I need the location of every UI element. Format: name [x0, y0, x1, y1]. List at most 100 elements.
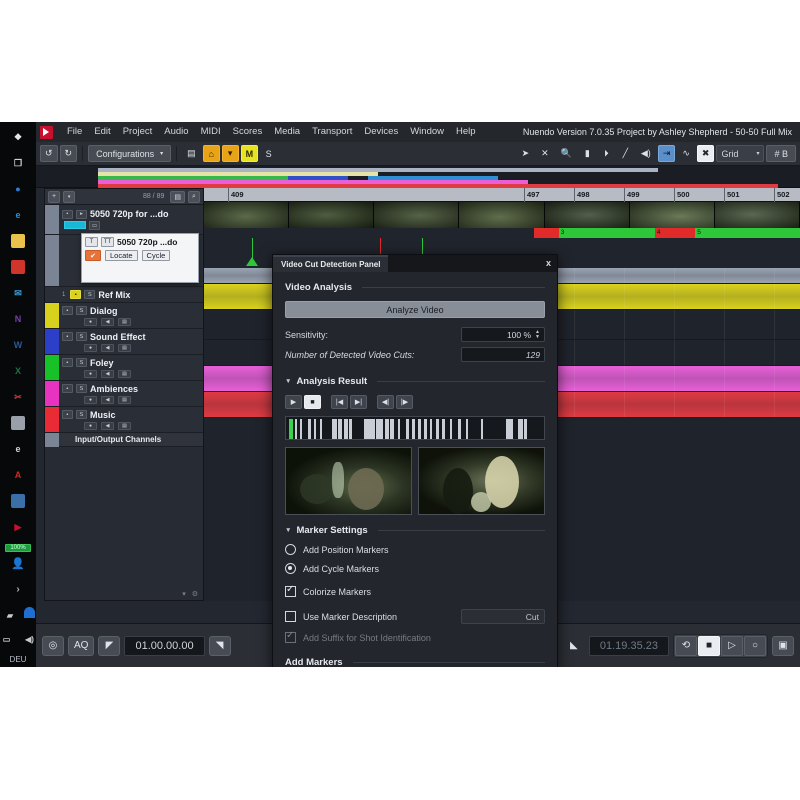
calculator-icon[interactable] [9, 492, 27, 510]
cut-marker-line[interactable] [372, 419, 375, 439]
glue-tool-icon[interactable]: ▮ [579, 145, 596, 162]
mute-tool-icon[interactable]: ◀) [636, 145, 656, 162]
acrobat-icon[interactable]: A [9, 466, 27, 484]
option-add-cycle-markers[interactable]: Add Cycle Markers [285, 563, 545, 574]
secondary-locator-icon[interactable]: ◣ [563, 636, 585, 656]
cycle-marker-flag[interactable] [246, 257, 258, 266]
record-icon[interactable]: ○ [744, 635, 766, 656]
record-enable-button[interactable]: ● [84, 421, 97, 430]
mute-mini-icon[interactable]: ▪ [62, 410, 73, 419]
configurations-button[interactable]: Configurations ▾ [88, 145, 172, 162]
close-icon[interactable]: x [546, 255, 551, 272]
solo-button[interactable]: S [260, 145, 277, 162]
cut-marker-line[interactable] [450, 419, 452, 439]
cut-marker-line[interactable] [524, 419, 527, 439]
record-enable-button[interactable]: ● [84, 395, 97, 404]
cut-marker-line[interactable] [320, 419, 322, 439]
solo-mini-icon[interactable]: S [76, 332, 87, 341]
cut-marker-line[interactable] [398, 419, 400, 439]
pdf-reader-icon[interactable] [9, 258, 27, 276]
cut-marker-line[interactable] [390, 419, 394, 439]
cut-marker-line[interactable] [308, 419, 311, 439]
menu-item-help[interactable]: Help [450, 122, 482, 142]
cut-marker-line[interactable] [289, 419, 293, 439]
chevron-down-icon[interactable]: ▾ [63, 190, 76, 203]
cut-marker-line[interactable] [424, 419, 427, 439]
play-preview-button[interactable]: ▶ [285, 395, 302, 409]
track-row[interactable]: ▪ S Music ● ◀ ▤ [45, 407, 203, 433]
edit-channel-button[interactable]: ▤ [118, 317, 131, 326]
section-analysis-result[interactable]: ▼ Analysis Result [285, 376, 545, 387]
mute-mini-icon[interactable]: ▪ [62, 384, 73, 393]
cut-marker-line[interactable] [349, 419, 352, 439]
monitor-button[interactable]: ◀ [101, 343, 114, 352]
mute-mini-icon[interactable]: ▪ [62, 209, 73, 219]
menu-item-midi[interactable]: MIDI [195, 122, 227, 142]
menu-item-project[interactable]: Project [117, 122, 159, 142]
undo-icon[interactable]: ↺ [40, 145, 58, 162]
cut-marker-line[interactable] [338, 419, 342, 439]
redo-icon[interactable]: ↻ [59, 145, 78, 162]
cut-marker-line[interactable] [521, 419, 523, 439]
cut-marker-line[interactable] [506, 419, 513, 439]
cut-marker-line[interactable] [300, 419, 302, 439]
nudge-cut-left-button[interactable]: ◀| [377, 395, 394, 409]
next-cut-button[interactable]: ▶| [350, 395, 367, 409]
mute-mini-icon[interactable]: ▪ [62, 306, 73, 315]
arrow-tool-icon[interactable]: ➤ [517, 145, 535, 162]
excel-icon[interactable]: X [9, 362, 27, 380]
range-tool-icon[interactable]: ⇥ [657, 145, 676, 162]
scissors-app-icon[interactable]: ✂ [9, 388, 27, 406]
mute-mini-icon[interactable]: ▪ [70, 290, 82, 299]
cut-marker-line[interactable] [418, 419, 421, 439]
chevron-right-icon[interactable]: › [9, 581, 27, 599]
grid-type-combo[interactable]: Grid ▾ [716, 145, 765, 162]
marker-segment[interactable]: 3 [558, 228, 655, 238]
io-channels-row[interactable]: Input/Output Channels [45, 432, 203, 447]
menu-item-window[interactable]: Window [404, 122, 450, 142]
usb-icon[interactable]: ▰ [1, 607, 19, 625]
menu-item-devices[interactable]: Devices [358, 122, 404, 142]
solo-mini-icon[interactable]: S [76, 358, 87, 367]
edit-channel-button[interactable]: ▤ [118, 421, 131, 430]
menu-item-transport[interactable]: Transport [306, 122, 358, 142]
marker-description-input[interactable]: Cut [461, 609, 545, 624]
search-icon[interactable]: ⌕ [188, 190, 200, 203]
cut-marker-line[interactable] [332, 419, 337, 439]
check-mark-icon[interactable]: ✔ [85, 250, 101, 261]
record-enable-button[interactable]: ● [84, 343, 97, 352]
timeline-ruler[interactable]: 409497498499500501502503 [204, 188, 800, 202]
marker-segment[interactable] [534, 228, 559, 238]
menu-item-audio[interactable]: Audio [158, 122, 194, 142]
stop-icon[interactable]: ■ [698, 635, 720, 656]
panel-tab[interactable]: Video Cut Detection Panel [273, 255, 389, 272]
solo-mini-icon[interactable]: S [76, 384, 87, 393]
solo-mini-icon[interactable]: S [76, 306, 87, 315]
metronome-icon[interactable]: ◎ [42, 635, 64, 656]
nudge-cut-right-button[interactable]: |▶ [396, 395, 413, 409]
constrain-delay-caret[interactable]: ▾ [221, 145, 239, 162]
nuendo-taskbar-icon[interactable]: ▶ [9, 518, 27, 536]
language-indicator[interactable]: DEU [10, 655, 27, 664]
previous-cut-button[interactable]: |◀ [331, 395, 348, 409]
onenote-icon[interactable]: N [9, 310, 27, 328]
marker-segment[interactable]: 5 [695, 228, 800, 238]
monitor-button[interactable]: ◀ [101, 369, 114, 378]
track-row[interactable]: ▪ S Sound Effect ● ◀ ▤ [45, 329, 203, 355]
menu-item-edit[interactable]: Edit [88, 122, 116, 142]
video-thumbnail-strip[interactable] [204, 202, 800, 228]
snap-off-icon[interactable]: ∿ [677, 145, 695, 162]
snap-on-icon[interactable]: ✖ [696, 145, 715, 162]
list-view-icon[interactable]: ▤ [170, 190, 185, 203]
marker-track-name-editor[interactable]: T TT 5050 720p ...do ✔ Locate Cycle [81, 233, 199, 283]
cut-marker-line[interactable] [430, 419, 432, 439]
option-colorize-markers[interactable]: Colorize Markers [285, 584, 545, 597]
menu-item-media[interactable]: Media [268, 122, 306, 142]
edge-browser-icon[interactable]: e [9, 206, 27, 224]
network-icon[interactable]: ▭ [0, 631, 16, 649]
internet-explorer-icon[interactable]: e [9, 440, 27, 458]
bar-display-button[interactable]: # B [766, 145, 796, 162]
task-view-icon[interactable]: ❐ [9, 154, 27, 172]
show-inspector-button[interactable]: ▤ [182, 145, 201, 162]
cut-marker-line[interactable] [380, 419, 383, 439]
